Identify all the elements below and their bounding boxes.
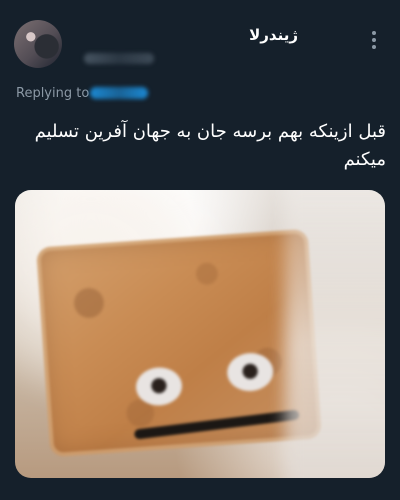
avatar[interactable] [14,20,62,68]
more-dot [372,31,376,35]
mouth-line [133,409,300,440]
tweet-image[interactable] [15,190,385,478]
more-vertical-icon[interactable] [366,29,382,51]
blurred-handle [84,53,154,64]
replying-label: Replying to [16,86,90,101]
tweet-text: قبل ازینکه بهم برسه جان به جهان آفرین تس… [34,121,386,170]
blurred-mention-link[interactable] [90,87,148,99]
cracker-image [36,228,322,458]
display-name[interactable]: ژیندرلا [249,26,298,44]
left-googly-eye [134,365,184,408]
more-dot [372,38,376,42]
more-dot [372,45,376,49]
right-googly-eye [225,351,275,393]
tweet-card: ژیندرلا Replying to قبل ازینکه بهم برسه … [0,0,400,500]
user-header: ژیندرلا [78,26,298,70]
